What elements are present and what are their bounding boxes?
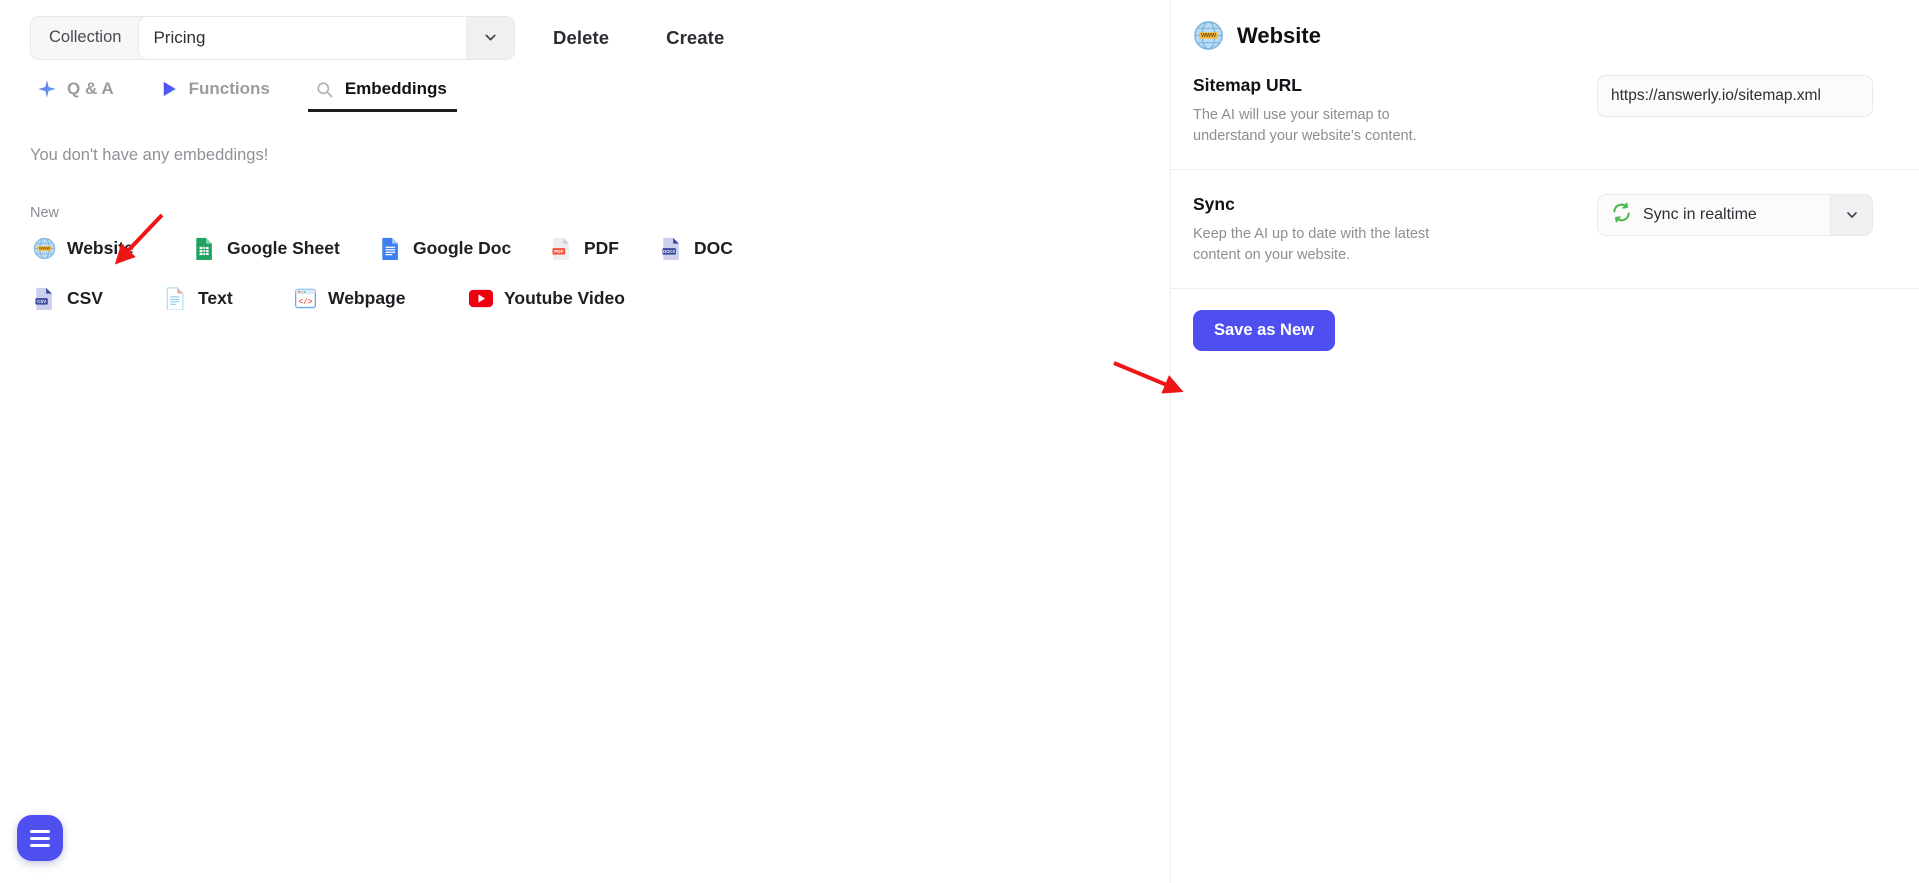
sync-mode-select[interactable]: Sync in realtime [1597,194,1873,236]
tab-functions[interactable]: Functions [152,78,280,112]
csv-file-icon: CSV [32,286,56,310]
google-doc-icon [378,236,402,260]
sparkle-icon [36,78,58,100]
source-type-doc[interactable]: DOCX DOC [657,232,735,264]
globe-www-icon: WWW [32,236,56,260]
globe-www-icon: WWW [1193,20,1224,51]
source-type-label: CSV [67,287,103,308]
sitemap-url-input[interactable] [1597,75,1873,117]
chevron-down-icon[interactable] [1830,195,1872,235]
svg-text:</>: </> [298,297,312,306]
source-type-youtube-video[interactable]: Youtube Video [467,282,627,314]
svg-text:CSV: CSV [37,299,46,304]
save-as-new-button[interactable]: Save as New [1193,310,1335,351]
search-icon [314,78,336,100]
collection-dropdown[interactable]: Pricing [138,16,514,59]
collection-selector[interactable]: Collection Pricing [30,15,515,60]
chevron-down-icon[interactable] [466,16,514,59]
source-type-csv[interactable]: CSV CSV [30,282,161,314]
source-type-label: DOC [694,237,733,258]
source-type-label: Youtube Video [504,287,625,308]
tab-embeddings[interactable]: Embeddings [307,78,457,112]
svg-text:DOCX: DOCX [663,249,675,254]
sync-select-inner: Sync in realtime [1598,195,1830,235]
svg-text:WWW: WWW [1201,33,1216,39]
collection-selected-value: Pricing [139,16,466,59]
panel-title: Website [1237,22,1321,48]
text-file-icon [163,286,187,310]
empty-state-message: You don't have any embeddings! [30,146,269,164]
source-type-label: Webpage [328,287,406,308]
source-type-row: WWW Website Google Sheet Google Doc PDF … [30,232,1170,264]
hamburger-menu-icon [30,829,50,847]
detail-panel: WWW Website Sitemap URL The AI will use … [1170,0,1919,883]
tab-embeddings-label: Embeddings [344,79,447,98]
toolbar: Collection Pricing Delete Create [0,0,1170,62]
source-type-website[interactable]: WWW Website [30,232,190,264]
source-type-grid: WWW Website Google Sheet Google Doc PDF … [30,232,1170,314]
tab-qa-label: Q & A [67,79,114,98]
panel-actions: Save as New [1171,288,1919,351]
tab-qa[interactable]: Q & A [30,78,124,112]
sync-section-info: Sync Keep the AI up to date with the lat… [1193,192,1493,266]
source-type-label: Website [67,237,134,258]
source-type-label: Text [198,287,233,308]
sitemap-description: The AI will use your sitemap to understa… [1193,107,1417,144]
sync-section: Sync Keep the AI up to date with the lat… [1171,169,1919,288]
code-webpage-icon: </> [293,286,317,310]
collection-label: Collection [31,16,139,59]
left-pane: Collection Pricing Delete Create Q & A F… [0,0,1170,883]
create-button[interactable]: Create [656,21,734,55]
app-root: Collection Pricing Delete Create Q & A F… [0,0,1919,883]
panel-header: WWW Website [1171,0,1919,51]
sync-section-control: Sync in realtime [1493,192,1873,236]
sitemap-section-control [1493,73,1873,117]
sitemap-title: Sitemap URL [1193,75,1302,95]
sync-refresh-icon [1611,202,1632,228]
source-type-label: PDF [584,237,619,258]
svg-text:PDF: PDF [554,249,563,254]
source-type-row: CSV CSV Text </> Webpage Youtube Video [30,282,1170,314]
tab-bar: Q & A Functions Embeddings [0,70,1170,112]
source-type-label: Google Sheet [227,237,340,258]
sync-selected-value: Sync in realtime [1643,206,1757,223]
sitemap-section-info: Sitemap URL The AI will use your sitemap… [1193,73,1493,147]
menu-fab-button[interactable] [17,815,63,861]
docx-file-icon: DOCX [659,236,683,260]
new-section-label: New [30,205,60,221]
source-type-text[interactable]: Text [161,282,291,314]
sync-description: Keep the AI up to date with the latest c… [1193,226,1430,263]
delete-button[interactable]: Delete [543,21,619,55]
source-type-google-sheet[interactable]: Google Sheet [190,232,376,264]
tab-functions-label: Functions [188,79,270,98]
source-type-webpage[interactable]: </> Webpage [291,282,467,314]
sync-title: Sync [1193,194,1235,214]
google-sheet-icon [192,236,216,260]
sitemap-section: Sitemap URL The AI will use your sitemap… [1171,51,1919,169]
source-type-label: Google Doc [413,237,512,258]
svg-text:WWW: WWW [39,245,50,250]
pdf-file-icon: PDF [549,236,573,260]
source-type-google-doc[interactable]: Google Doc [376,232,547,264]
play-triangle-icon [158,78,180,100]
source-type-pdf[interactable]: PDF PDF [547,232,657,264]
youtube-icon [469,286,493,310]
